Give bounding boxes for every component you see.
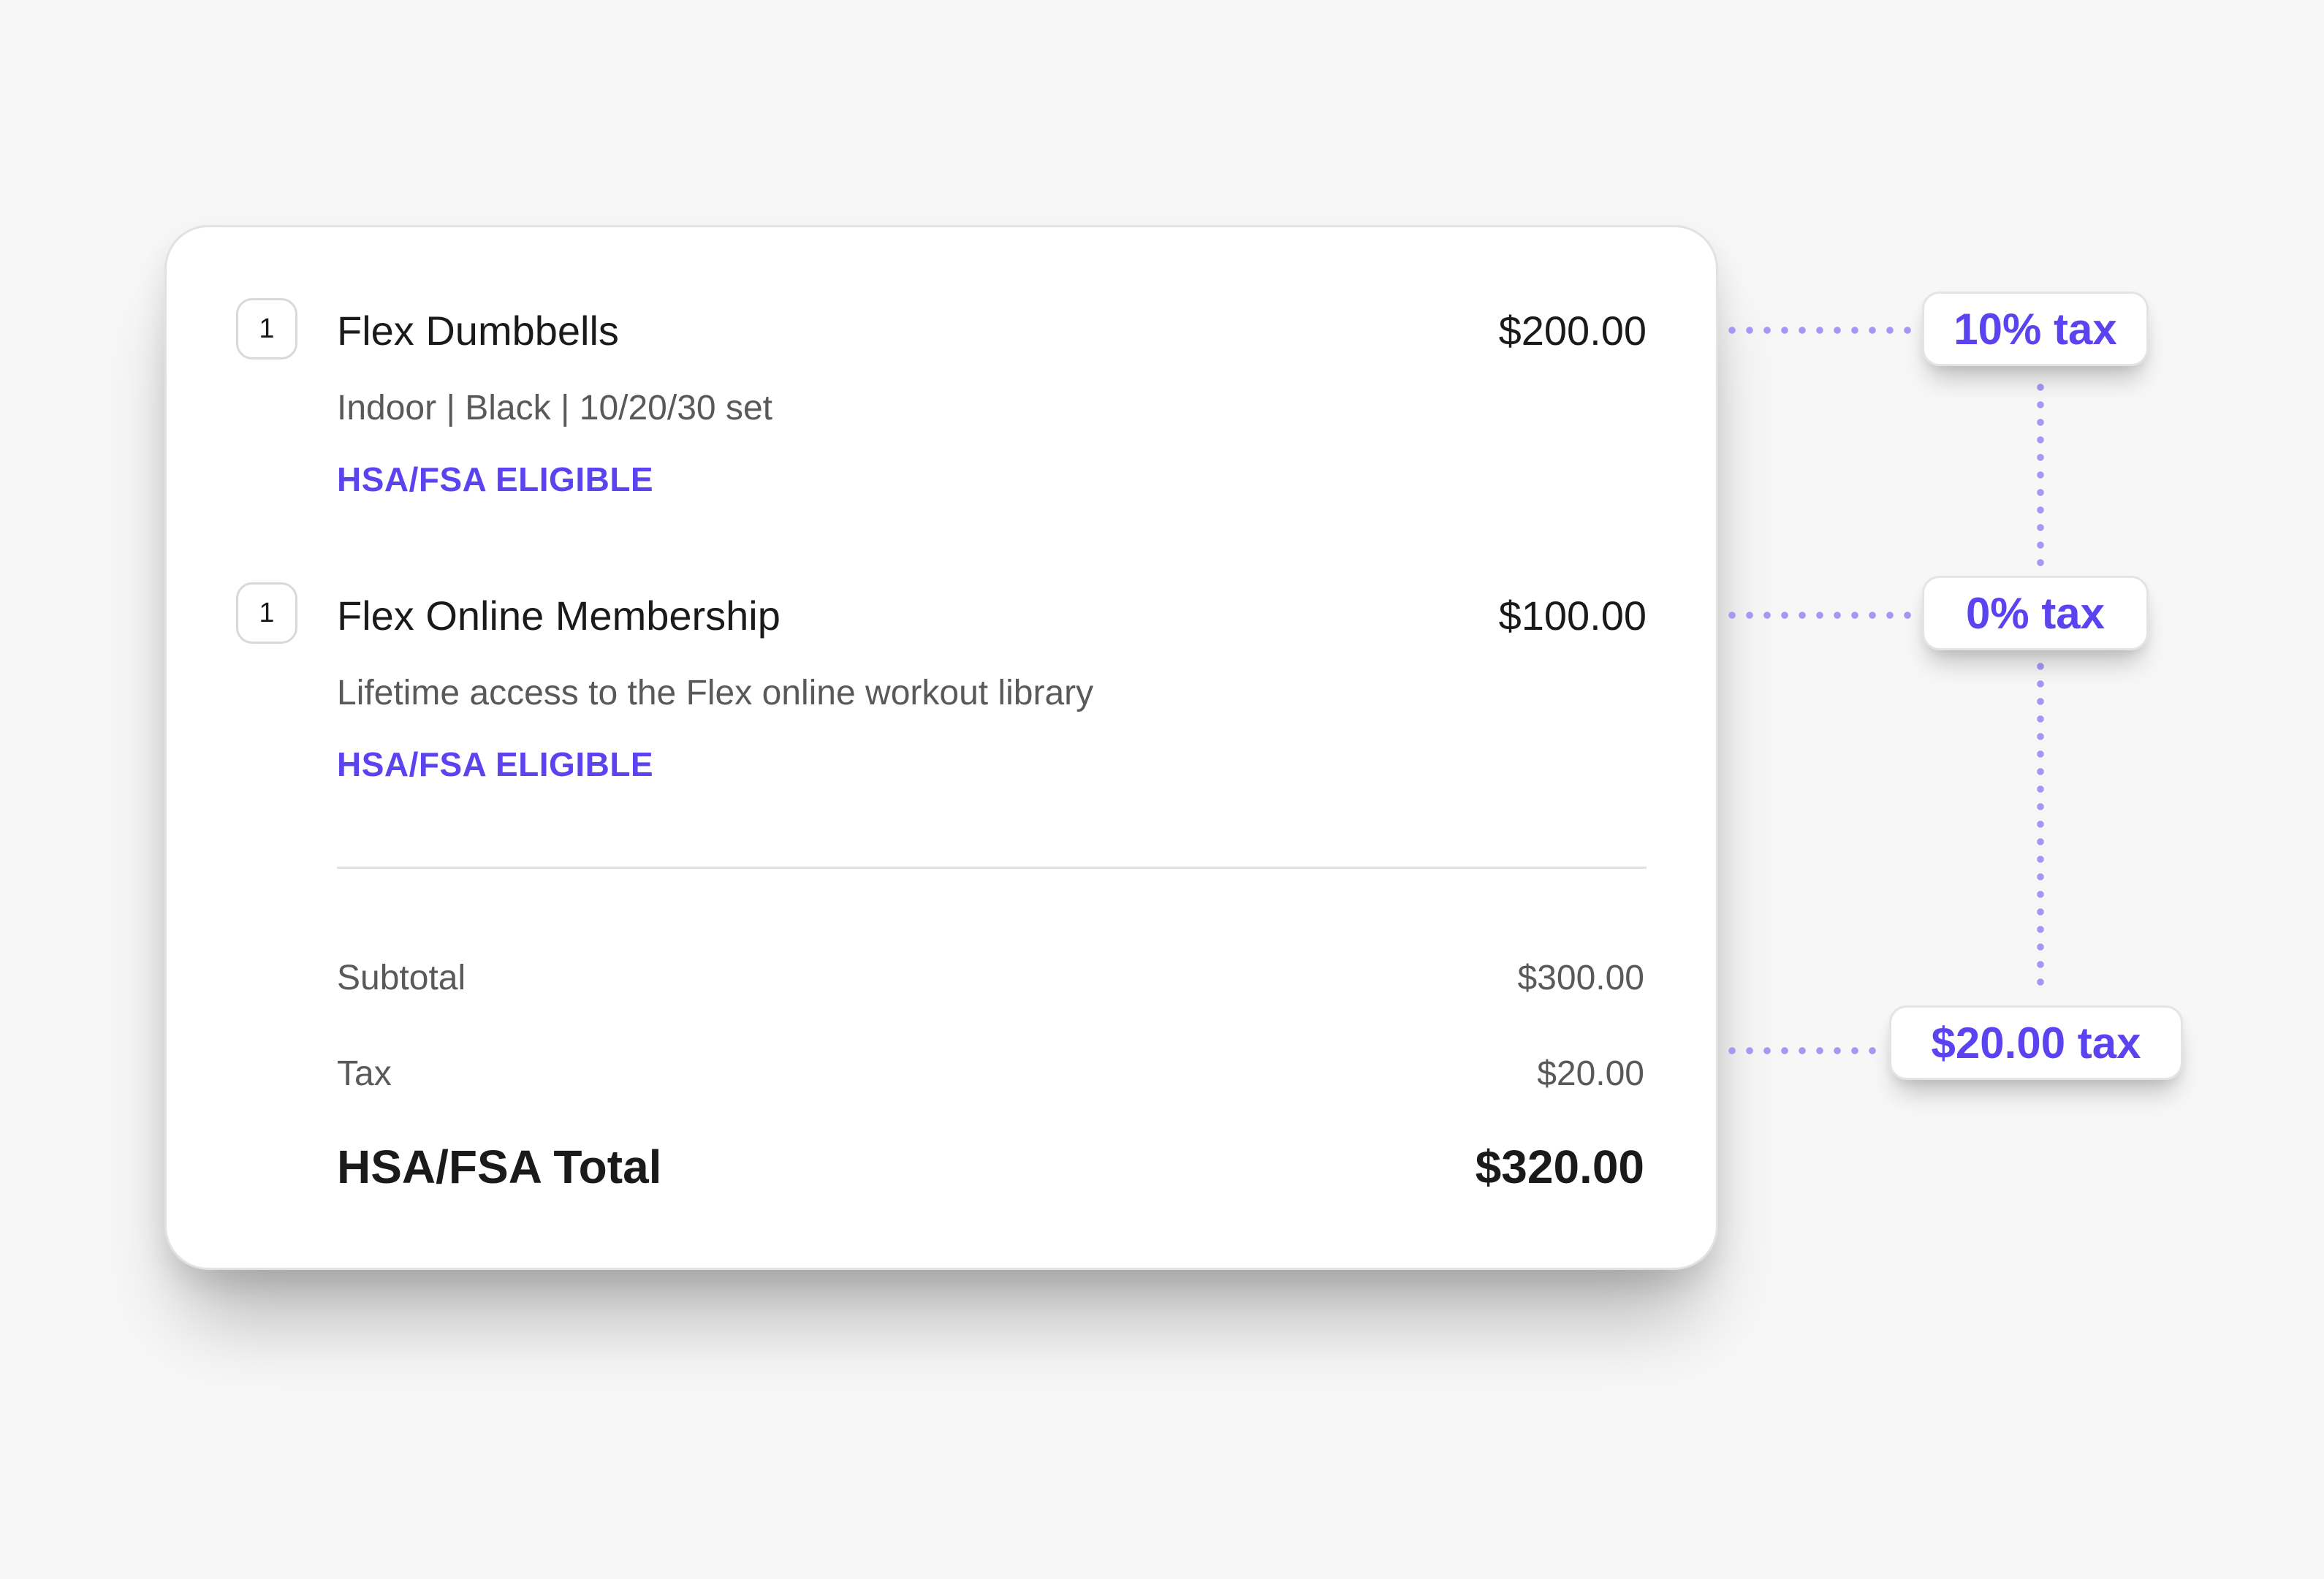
quantity-value: 1	[259, 597, 275, 628]
divider	[337, 867, 1647, 869]
subtotal-value: $300.00	[1517, 959, 1644, 997]
subtotal-label: Subtotal	[337, 959, 466, 997]
item-price: $200.00	[1498, 308, 1647, 354]
tax-callout-0-percent: 0% tax	[1922, 576, 2149, 650]
item-name: Flex Online Membership	[337, 593, 781, 639]
quantity-badge: 1	[236, 298, 297, 359]
tax-label: Tax	[337, 1054, 392, 1093]
connector-tax	[1723, 1047, 1886, 1054]
tax-callout-10-percent: 10% tax	[1922, 292, 2149, 366]
tax-callout-label: $20.00 tax	[1931, 1018, 2141, 1068]
total-label: HSA/FSA Total	[337, 1141, 662, 1193]
item-description: Lifetime access to the Flex online worko…	[337, 674, 1094, 712]
tax-callout-label: 0% tax	[1965, 588, 2105, 638]
hsa-fsa-eligible-badge: HSA/FSA ELIGIBLE	[337, 460, 654, 498]
total-value: $320.00	[1475, 1141, 1644, 1193]
item-price: $100.00	[1498, 593, 1647, 639]
order-summary-card: 1 Flex Dumbbells $200.00 Indoor | Black …	[164, 225, 1718, 1270]
tax-callout-label: 10% tax	[1953, 304, 2117, 354]
quantity-value: 1	[259, 313, 275, 344]
hsa-fsa-eligible-badge: HSA/FSA ELIGIBLE	[337, 745, 654, 783]
connector-vertical-upper	[2037, 378, 2044, 570]
item-name: Flex Dumbbells	[337, 308, 619, 354]
quantity-badge: 1	[236, 582, 297, 644]
tax-value: $20.00	[1537, 1054, 1644, 1093]
connector-vertical-lower	[2037, 658, 2044, 990]
connector-item1	[1723, 327, 1919, 334]
tax-callout-total: $20.00 tax	[1889, 1005, 2183, 1080]
connector-item2	[1723, 612, 1919, 619]
item-description: Indoor | Black | 10/20/30 set	[337, 389, 772, 427]
